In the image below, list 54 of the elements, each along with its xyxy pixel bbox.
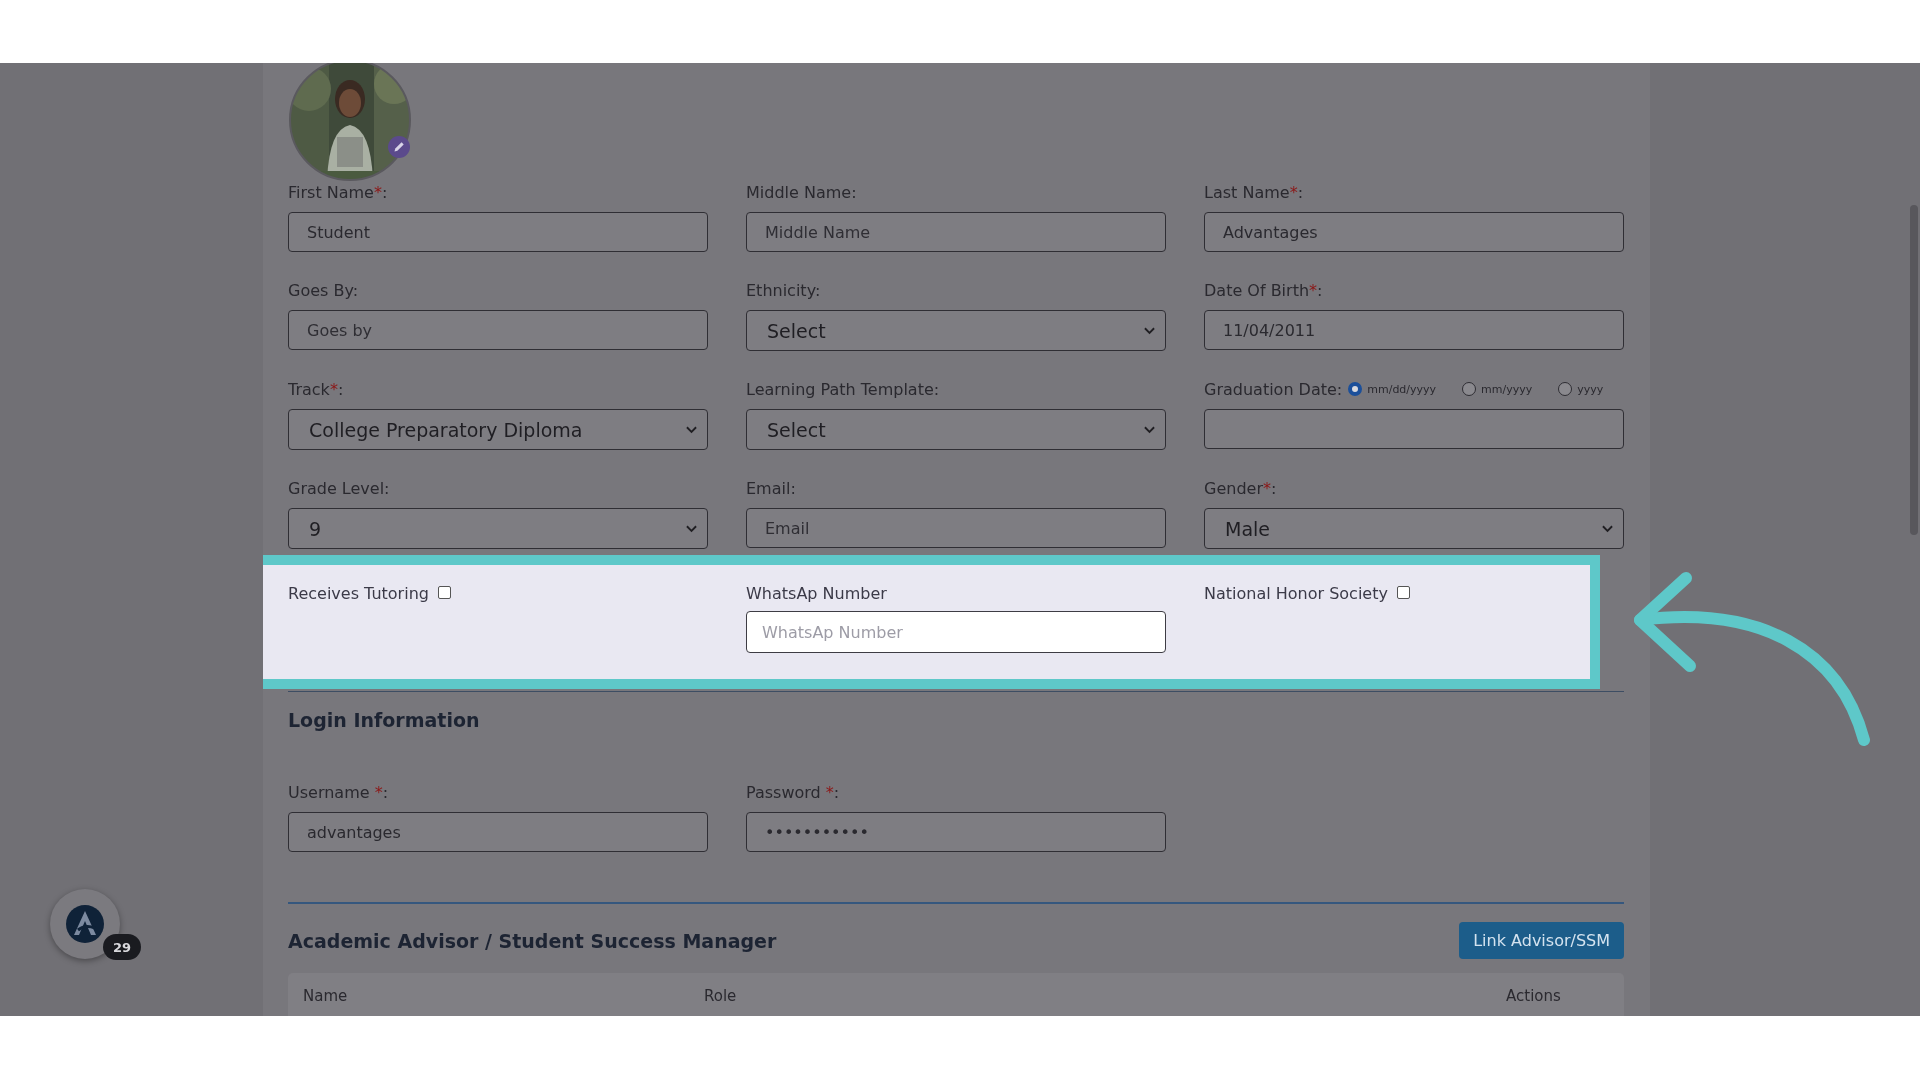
field-label: WhatsAp Number: [746, 583, 888, 605]
checkbox-label: National Honor Society: [1204, 583, 1388, 605]
text-field[interactable]: Goes by: [288, 310, 708, 350]
logo-icon: [65, 904, 105, 944]
radio-button[interactable]: [1558, 382, 1573, 396]
dropdown[interactable]: 9: [288, 508, 708, 549]
section-title: Login Information: [288, 709, 481, 733]
radio-button[interactable]: [1462, 382, 1477, 396]
field-label: Username *:: [288, 782, 389, 802]
field-label: Goes By:: [288, 280, 359, 300]
text-field[interactable]: advantages: [288, 812, 708, 852]
text-field[interactable]: 11/04/2011: [1204, 310, 1624, 350]
date-field[interactable]: [1204, 409, 1624, 449]
field-label: Learning Path Template:: [746, 379, 940, 399]
field-label: Last Name*:: [1204, 182, 1303, 202]
section-title: Academic Advisor / Student Success Manager: [288, 929, 777, 952]
radio-label: mm/dd/yyyy: [1367, 382, 1437, 396]
text-field[interactable]: Middle Name: [746, 212, 1166, 252]
column-header: Role: [704, 987, 737, 1005]
text-field[interactable]: Student: [288, 212, 708, 252]
text-field[interactable]: •••••••••••: [746, 812, 1166, 852]
checkbox-label: Receives Tutoring: [288, 583, 429, 605]
checkbox[interactable]: [1396, 585, 1410, 599]
chevron-icon: [1602, 524, 1613, 533]
dropdown[interactable]: Select: [746, 310, 1166, 351]
chevron-icon: [686, 425, 697, 434]
column-header: Actions: [1506, 987, 1561, 1005]
field-label: Password *:: [746, 782, 840, 802]
field-label: Middle Name:: [746, 182, 857, 202]
dropdown[interactable]: Select: [746, 409, 1166, 450]
field-label: Gender*:: [1204, 478, 1277, 498]
field-label: First Name*:: [288, 182, 388, 202]
pencil-icon[interactable]: [388, 136, 410, 158]
column-header: Name: [303, 987, 348, 1005]
radio-label: yyyy: [1577, 382, 1604, 396]
field-label: Grade Level:: [288, 478, 390, 498]
radio-button[interactable]: [1348, 382, 1363, 396]
text-field[interactable]: Advantages: [1204, 212, 1624, 252]
field-label: Date Of Birth*:: [1204, 280, 1323, 300]
chevron-icon: [686, 524, 697, 533]
field-label: Email:: [746, 478, 796, 498]
chevron-icon: [1144, 425, 1155, 434]
chevron-icon: [1144, 326, 1155, 335]
radio-label: mm/yyyy: [1481, 382, 1533, 396]
checkbox[interactable]: [437, 585, 451, 599]
field-label: Graduation Date:: [1204, 379, 1343, 399]
dropdown[interactable]: Male: [1204, 508, 1624, 549]
text-field[interactable]: Email: [746, 508, 1166, 548]
dropdown[interactable]: College Preparatory Diploma: [288, 409, 708, 450]
scrollbar[interactable]: [1910, 205, 1918, 535]
text-field[interactable]: WhatsAp Number: [746, 611, 1166, 653]
field-label: Track*:: [288, 379, 344, 399]
field-label: Ethnicity:: [746, 280, 821, 300]
link-advisor-button[interactable]: Link Advisor/SSM: [1459, 922, 1624, 959]
